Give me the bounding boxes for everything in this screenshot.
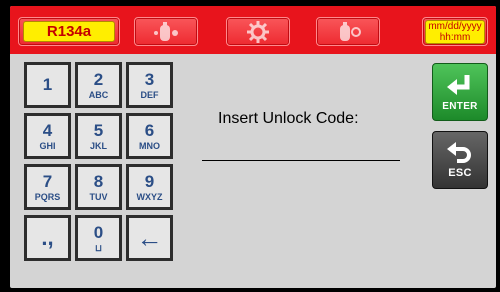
enter-button[interactable]: ENTER bbox=[432, 63, 488, 121]
key-number: 7 bbox=[42, 171, 53, 191]
vacuum-tank-icon bbox=[340, 21, 361, 41]
recover-tank-button[interactable] bbox=[134, 17, 198, 46]
enter-label: ENTER bbox=[442, 100, 478, 112]
key-number: 1 bbox=[42, 75, 53, 94]
key-number: 8 bbox=[93, 171, 104, 191]
unlock-code-prompt: Insert Unlock Code: bbox=[218, 110, 359, 127]
key-6[interactable]: 6 MNO bbox=[126, 113, 173, 159]
refrigerant-button[interactable]: R134a bbox=[18, 17, 120, 46]
vacuum-tank-button[interactable] bbox=[316, 17, 380, 46]
settings-gear-icon bbox=[247, 20, 269, 43]
key-letters: DEF bbox=[140, 89, 159, 100]
key-8[interactable]: 8 TUV bbox=[75, 164, 122, 210]
refrigerant-label: R134a bbox=[23, 21, 115, 42]
key-number: 9 bbox=[144, 171, 155, 191]
unlock-screen: R134a mm/dd/yyyy hh:mm 1 2 ABC 3 DEF 4 G… bbox=[10, 6, 496, 288]
header-bar: R134a mm/dd/yyyy hh:mm bbox=[10, 6, 496, 54]
date-text: mm/dd/yyyy bbox=[428, 20, 482, 32]
key-number: 4 bbox=[42, 120, 53, 140]
escape-button[interactable]: ESC bbox=[432, 131, 488, 189]
back-arrow-icon bbox=[447, 142, 471, 163]
key-0[interactable]: 0 ⊔ bbox=[75, 215, 122, 261]
key-letters: PQRS bbox=[34, 191, 61, 202]
datetime-display: mm/dd/yyyy hh:mm bbox=[425, 19, 485, 44]
key-number: 0 bbox=[93, 222, 104, 242]
key-5[interactable]: 5 JKL bbox=[75, 113, 122, 159]
unlock-code-field[interactable] bbox=[202, 160, 400, 161]
key-letters: GHI bbox=[39, 140, 56, 151]
key-symbol: ., bbox=[41, 225, 54, 250]
space-icon: ⊔ bbox=[94, 242, 103, 253]
key-letters: MNO bbox=[139, 140, 160, 151]
key-letters: JKL bbox=[89, 140, 107, 151]
datetime-button[interactable]: mm/dd/yyyy hh:mm bbox=[422, 17, 488, 46]
key-punctuation[interactable]: ., bbox=[24, 215, 71, 261]
key-number: 2 bbox=[93, 69, 104, 89]
key-letters: TUV bbox=[89, 191, 108, 202]
key-3[interactable]: 3 DEF bbox=[126, 62, 173, 108]
key-1[interactable]: 1 bbox=[24, 62, 71, 108]
key-7[interactable]: 7 PQRS bbox=[24, 164, 71, 210]
key-number: 3 bbox=[144, 69, 155, 89]
key-9[interactable]: 9 WXYZ bbox=[126, 164, 173, 210]
key-2[interactable]: 2 ABC bbox=[75, 62, 122, 108]
key-number: 5 bbox=[93, 120, 104, 140]
backspace-key[interactable]: ← bbox=[126, 215, 173, 261]
key-letters: ABC bbox=[88, 89, 109, 100]
key-letters: WXYZ bbox=[136, 191, 163, 202]
key-number: 6 bbox=[144, 120, 155, 140]
enter-arrow-icon bbox=[447, 74, 470, 95]
time-text: hh:mm bbox=[439, 31, 471, 43]
settings-button[interactable] bbox=[226, 17, 290, 46]
recover-tank-icon bbox=[154, 21, 178, 41]
escape-label: ESC bbox=[448, 167, 472, 179]
key-4[interactable]: 4 GHI bbox=[24, 113, 71, 159]
backspace-arrow-icon: ← bbox=[136, 223, 163, 253]
